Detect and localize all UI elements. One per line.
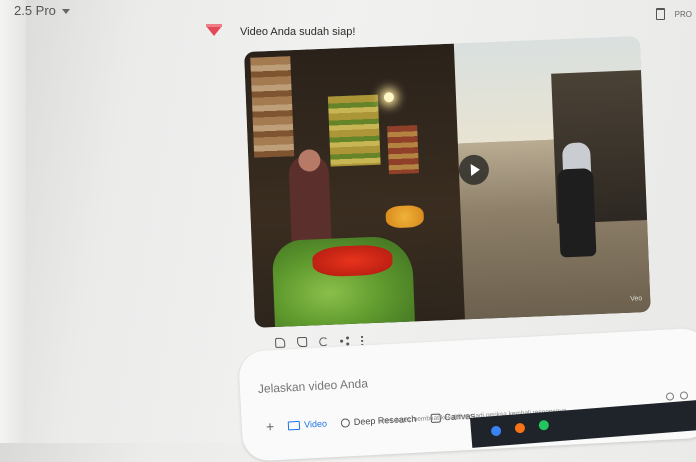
more-icon[interactable] bbox=[360, 334, 364, 345]
prompt-composer: + Video Deep Research Canvas bbox=[238, 327, 696, 462]
tool-video[interactable]: Video bbox=[287, 418, 328, 430]
video-hanging-goods bbox=[250, 56, 295, 158]
video-player[interactable]: Veo bbox=[244, 36, 651, 328]
thumb-down-icon[interactable] bbox=[296, 336, 308, 348]
video-watermark: Veo bbox=[630, 295, 643, 303]
taskbar-browser-icon[interactable] bbox=[514, 422, 526, 434]
add-icon[interactable]: + bbox=[266, 418, 275, 434]
model-picker[interactable]: 2.5 Pro bbox=[14, 3, 70, 18]
taskbar-app-icon[interactable] bbox=[490, 425, 502, 437]
tray-icon[interactable] bbox=[665, 392, 675, 401]
trash-icon[interactable] bbox=[655, 8, 665, 20]
prompt-input[interactable] bbox=[255, 366, 540, 398]
tray-icon[interactable] bbox=[679, 391, 689, 400]
gemini-logo-icon bbox=[206, 24, 222, 36]
model-label: 2.5 Pro bbox=[14, 3, 56, 18]
top-right-controls: PRO bbox=[655, 8, 692, 20]
deep-research-icon bbox=[340, 417, 351, 428]
chevron-down-icon bbox=[61, 9, 70, 14]
video-scooter bbox=[556, 168, 597, 258]
system-tray bbox=[665, 391, 689, 401]
play-icon bbox=[470, 163, 481, 176]
pro-label: PRO bbox=[674, 9, 692, 19]
share-icon[interactable] bbox=[340, 336, 349, 345]
video-oranges bbox=[385, 204, 425, 229]
thumb-up-icon[interactable] bbox=[275, 337, 286, 348]
video-hanging-goods-2 bbox=[387, 125, 419, 175]
video-icon bbox=[287, 420, 301, 430]
taskbar-whatsapp-icon[interactable] bbox=[538, 419, 550, 431]
refresh-icon[interactable] bbox=[318, 336, 329, 346]
screen-bezel bbox=[0, 0, 26, 443]
video-bananas bbox=[327, 94, 381, 167]
response-text: Video Anda sudah siap! bbox=[240, 26, 356, 38]
tool-video-label: Video bbox=[303, 418, 328, 430]
